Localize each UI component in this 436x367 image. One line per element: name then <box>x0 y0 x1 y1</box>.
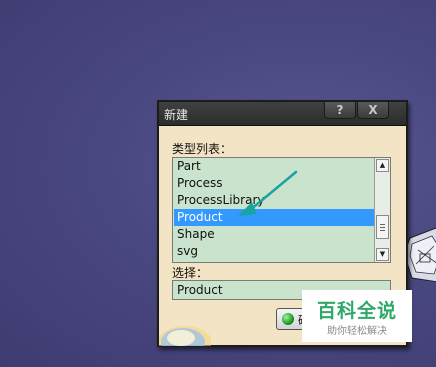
watermark: 百科全说 助你轻松解决 <box>302 290 412 342</box>
watermark-title: 百科全说 <box>316 300 397 322</box>
watermark-subtitle: 助你轻松解决 <box>327 326 387 337</box>
